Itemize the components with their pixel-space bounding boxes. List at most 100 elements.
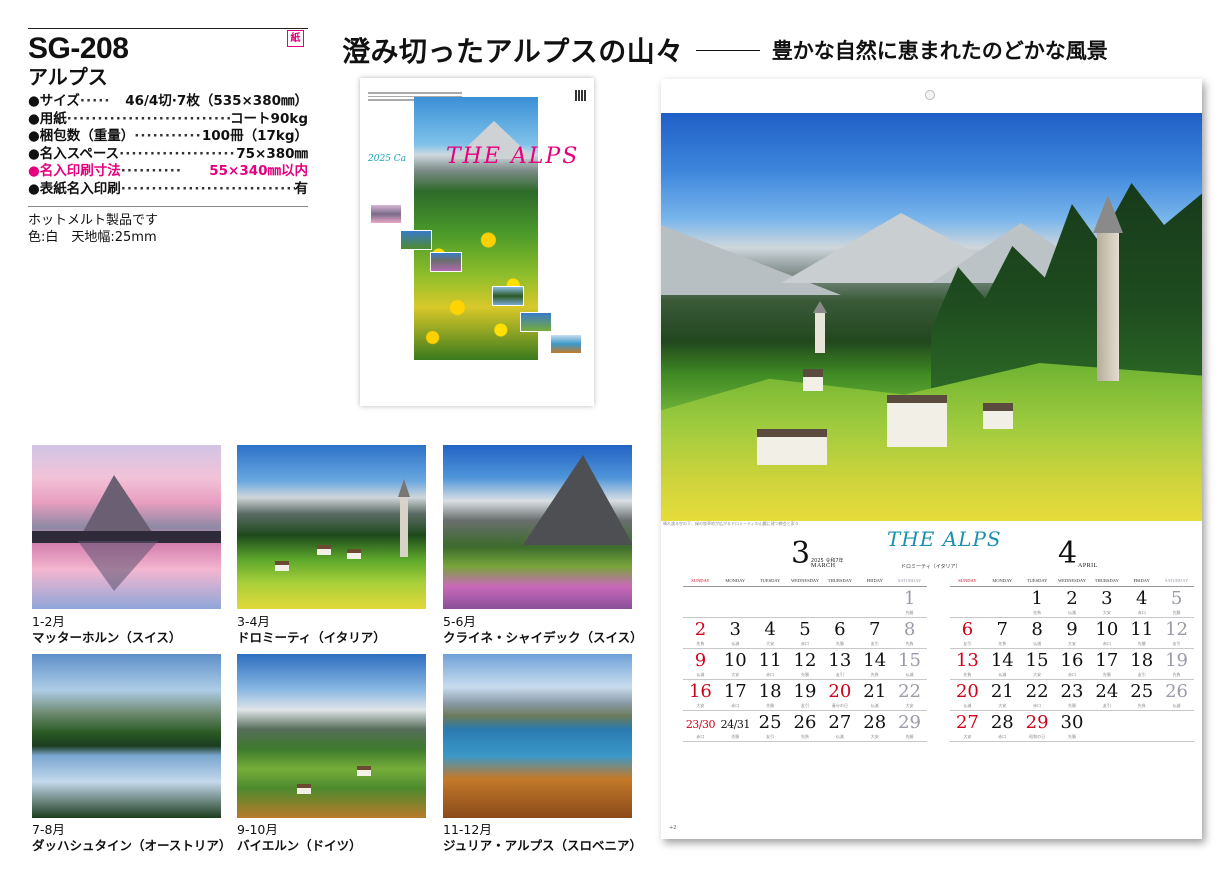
weekday-label: WEDNESDAY bbox=[1057, 578, 1087, 583]
thumb-photo-5[interactable] bbox=[237, 654, 426, 818]
rokuyo-label: 仏滅 bbox=[1033, 641, 1042, 646]
spec-leader: ······························· bbox=[66, 110, 231, 127]
day-number: 3 bbox=[1101, 588, 1113, 609]
day-number: 7 bbox=[996, 619, 1008, 640]
spec-value: コート90kg bbox=[230, 110, 308, 127]
rokuyo-label: 赤口 bbox=[1137, 610, 1146, 615]
day-number: 15 bbox=[898, 650, 922, 671]
thumb-caption-1: 1-2月 マッターホルン（スイス） bbox=[32, 614, 232, 646]
spec-row: ●名入印刷寸法 ·········· 55×340㎜以内 bbox=[28, 163, 308, 181]
house bbox=[803, 369, 823, 391]
rokuyo-label: 先勝 bbox=[800, 672, 809, 677]
day-number: 29 bbox=[898, 712, 922, 733]
weekday-label: THURSDAY bbox=[827, 578, 852, 583]
thumb-months: 9-10月 bbox=[237, 822, 278, 837]
rokuyo-label: 赤口 bbox=[998, 734, 1007, 739]
day-number: 19 bbox=[1165, 650, 1189, 671]
rokuyo-label: 友引 bbox=[1172, 641, 1181, 646]
rokuyo-label: 大安 bbox=[731, 672, 740, 677]
day-number: 17 bbox=[1095, 650, 1119, 671]
day-number: 29 bbox=[1025, 712, 1049, 733]
day-cell: 25 先負 bbox=[1124, 680, 1160, 711]
day-number: 10 bbox=[723, 650, 747, 671]
month-name: MARCH bbox=[811, 563, 836, 569]
thumb-photo-6[interactable] bbox=[443, 654, 632, 818]
weekday-label: THURSDAY bbox=[1094, 578, 1119, 583]
rokuyo-label: 仏滅 bbox=[905, 672, 914, 677]
preview-title: THE ALPS bbox=[446, 144, 580, 169]
hanging-hole bbox=[925, 90, 935, 100]
day-number: 20 bbox=[828, 681, 852, 702]
rokuyo-label: 大安 bbox=[963, 734, 972, 739]
day-number: 25 bbox=[1130, 681, 1154, 702]
spec-list: ●サイズ ····· 46/4切·7枚（535×380㎜） ●用紙 ··········… bbox=[28, 93, 308, 198]
note-hotmelt: ホットメルト製品です bbox=[28, 213, 159, 228]
spec-leader: ······························· bbox=[120, 180, 295, 197]
day-number: 23 bbox=[1060, 681, 1084, 702]
day-number: 18 bbox=[758, 681, 782, 702]
yellow-flowers bbox=[414, 210, 538, 360]
rokuyo-label: 先負 bbox=[1033, 610, 1042, 615]
spec-value: 100冊（17kg） bbox=[201, 128, 308, 144]
rokuyo-label: 先勝 bbox=[1067, 734, 1076, 739]
day-cell: 13 友引 bbox=[822, 649, 858, 680]
rokuyo-label: 仏滅 bbox=[1067, 610, 1076, 615]
day-number: 27 bbox=[955, 712, 979, 733]
church-tower bbox=[1093, 195, 1123, 381]
day-cell: 4 赤口 bbox=[1124, 587, 1160, 618]
chapel bbox=[813, 301, 827, 353]
thumb-photo-4[interactable] bbox=[32, 654, 221, 818]
spec-label: ●サイズ bbox=[28, 93, 80, 109]
top-rule bbox=[28, 28, 308, 29]
day-number: 2 bbox=[694, 619, 707, 640]
weekday-label: MONDAY bbox=[725, 578, 746, 583]
rokuyo-label: 先負 bbox=[696, 641, 705, 646]
cover-preview[interactable]: 2025 Ca THE ALPS bbox=[360, 78, 594, 406]
day-cell: 11 先勝 bbox=[1124, 618, 1160, 649]
day-number: 2 bbox=[1066, 588, 1078, 609]
day-cell: 18 先勝 bbox=[752, 680, 788, 711]
thumb-caption-3: 5-6月 クライネ・シャイデック（スイス） bbox=[443, 614, 643, 646]
day-number: 26 bbox=[793, 712, 817, 733]
day-cell: 21 大安 bbox=[984, 680, 1020, 711]
day-cell: 19 先負 bbox=[1159, 649, 1194, 680]
day-cell: 23 先勝 bbox=[1054, 680, 1090, 711]
day-cell: 10 赤口 bbox=[1089, 618, 1125, 649]
rokuyo-label: 友引 bbox=[800, 703, 809, 708]
thumb-photo-1[interactable] bbox=[32, 445, 221, 609]
page-number: +2 bbox=[669, 825, 677, 831]
headline-dash bbox=[695, 49, 760, 51]
day-number: 13 bbox=[955, 650, 979, 671]
thumb-photo-3[interactable] bbox=[443, 445, 632, 609]
rokuyo-label: 大安 bbox=[870, 734, 879, 739]
house bbox=[887, 395, 947, 447]
headline-sub: 豊かな自然に恵まれたのどかな風景 bbox=[771, 39, 1108, 63]
spec-value: 75×380㎜ bbox=[236, 145, 308, 162]
rokuyo-label: 友引 bbox=[1137, 672, 1146, 677]
day-cell: 19 友引 bbox=[787, 680, 823, 711]
day-cell: 16 赤口 bbox=[1054, 649, 1090, 680]
rokuyo-label: 先負 bbox=[963, 672, 972, 677]
day-number: 9 bbox=[694, 650, 707, 671]
day-cell: 1 先勝 bbox=[892, 587, 927, 618]
weekday-label: SUNDAY bbox=[691, 578, 710, 583]
calendar-page[interactable]: 晴れ渡る空の下、緑の牧草地が広がるドロミーティの山麓に建つ教会と家々 THE A… bbox=[661, 79, 1202, 839]
church-tower bbox=[398, 479, 410, 557]
weekday-label: SUNDAY bbox=[958, 578, 977, 583]
spec-leader: ···················· bbox=[119, 145, 237, 162]
day-cell: 27 仏滅 bbox=[822, 711, 858, 742]
thumb-caption-4: 7-8月 ダッハシュタイン（オーストリア） bbox=[32, 822, 232, 854]
spec-row: ●梱包数（重量）·····················100冊（17kg） bbox=[28, 128, 308, 146]
thumb-caption-5: 9-10月 バイエルン（ドイツ） bbox=[237, 822, 437, 854]
rokuyo-label: 先勝 bbox=[731, 734, 740, 739]
thumb-photo-2[interactable] bbox=[237, 445, 426, 609]
spec-value: 46/4切·7枚（535×380㎜） bbox=[125, 93, 308, 109]
preview-year-label: 2025 Ca bbox=[368, 154, 407, 164]
day-cell: 7 先負 bbox=[984, 618, 1020, 649]
rokuyo-label: 先勝 bbox=[1067, 703, 1076, 708]
day-number: 11 bbox=[1130, 619, 1154, 640]
day-number: 24 bbox=[1095, 681, 1119, 702]
rokuyo-label: 仏滅 bbox=[1172, 703, 1181, 708]
month-name: APRIL bbox=[1078, 563, 1098, 569]
day-number: 5 bbox=[1170, 588, 1183, 609]
